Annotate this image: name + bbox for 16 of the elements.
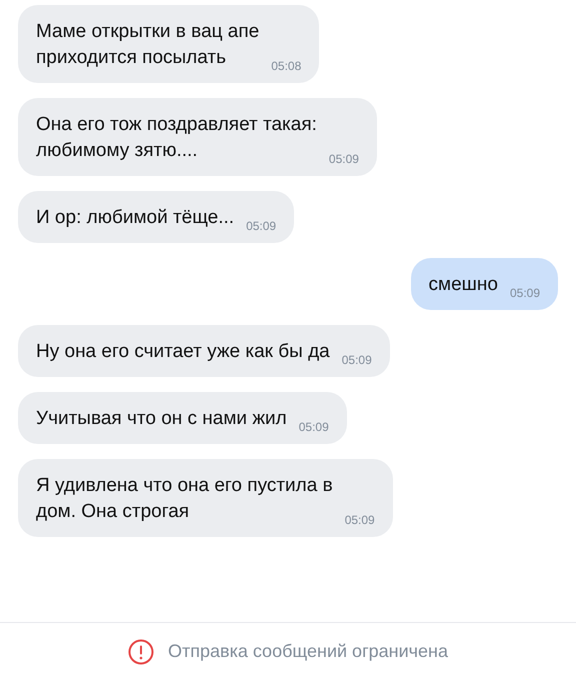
message-time: 05:08	[270, 59, 302, 73]
restriction-notice: Отправка сообщений ограничена	[168, 641, 448, 662]
message-time: 05:09	[340, 353, 372, 367]
message-time: 05:09	[508, 286, 540, 300]
message-text: Учитывая что он с нами жил	[36, 407, 287, 431]
message-time: 05:09	[298, 420, 329, 434]
message-text: Я удивлена что она его пустила в дом. Она строгая	[36, 474, 333, 524]
message-text: Она его тож поздравляет такая: любимому зятю....	[36, 113, 317, 163]
warning-icon	[128, 638, 154, 664]
message-time: 05:09	[328, 152, 359, 166]
message-text: И ор: любимой тёще...	[36, 206, 234, 230]
message-text: Ну она его считает уже как бы да	[36, 340, 330, 364]
message-time: 05:09	[344, 513, 375, 527]
message-text: смешно	[428, 273, 498, 297]
message-text: Маме открытки в вац апе приходится посылать	[36, 20, 260, 70]
message-time: 05:09	[245, 219, 276, 233]
